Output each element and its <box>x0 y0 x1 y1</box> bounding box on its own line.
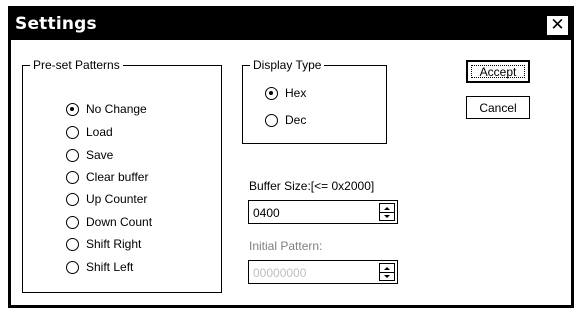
radio-label: Clear buffer <box>86 170 149 184</box>
radio-button-icon[interactable] <box>66 192 79 206</box>
radio-button-icon[interactable] <box>66 125 79 139</box>
radio-down-count[interactable]: Down Count <box>66 215 152 229</box>
preset-patterns-group: Pre-set Patterns No Change Load Save Cle… <box>22 58 222 293</box>
preset-patterns-label: Pre-set Patterns <box>30 58 123 72</box>
radio-label: Up Counter <box>86 192 148 206</box>
radio-save[interactable]: Save <box>66 148 113 162</box>
title-bar[interactable]: Settings ✕ <box>11 9 571 40</box>
close-icon: ✕ <box>550 15 565 35</box>
radio-label: Shift Left <box>86 260 134 274</box>
radio-label: Shift Right <box>86 237 142 251</box>
radio-label: No Change <box>86 102 147 116</box>
arrow-up-icon <box>384 266 390 270</box>
radio-label: Dec <box>285 113 307 127</box>
spin-down-button[interactable] <box>380 272 394 280</box>
radio-clear-buffer[interactable]: Clear buffer <box>66 170 148 184</box>
initial-pattern-spinbox[interactable]: 00000000 <box>248 260 398 284</box>
radio-button-icon[interactable] <box>66 102 79 116</box>
arrow-down-icon <box>384 274 390 278</box>
radio-button-icon[interactable] <box>66 215 79 229</box>
radio-button-icon[interactable] <box>66 148 79 162</box>
radio-no-change[interactable]: No Change <box>66 102 147 116</box>
radio-shift-left[interactable]: Shift Left <box>66 260 133 274</box>
buffer-size-spin-buttons[interactable] <box>379 203 395 221</box>
radio-label: Hex <box>285 86 307 100</box>
initial-pattern-value: 00000000 <box>253 266 307 280</box>
buffer-size-label: Buffer Size:[<= 0x2000] <box>249 179 375 193</box>
close-button[interactable]: ✕ <box>547 16 568 35</box>
initial-pattern-label: Initial Pattern: <box>249 239 323 253</box>
radio-up-counter[interactable]: Up Counter <box>66 192 147 206</box>
buffer-size-value[interactable]: 0400 <box>253 206 280 220</box>
radio-button-icon[interactable] <box>66 237 79 251</box>
radio-hex[interactable]: Hex <box>265 86 306 100</box>
spin-down-button[interactable] <box>380 212 394 220</box>
cancel-button[interactable]: Cancel <box>466 96 530 119</box>
radio-button-icon[interactable] <box>265 86 278 100</box>
radio-shift-right[interactable]: Shift Right <box>66 237 141 251</box>
buffer-size-spinbox[interactable]: 0400 <box>248 200 398 224</box>
radio-load[interactable]: Load <box>66 125 113 139</box>
radio-button-icon[interactable] <box>66 260 79 274</box>
dialog-title: Settings <box>15 14 97 34</box>
arrow-up-icon <box>384 206 390 210</box>
radio-button-icon[interactable] <box>66 170 79 184</box>
display-type-group: Display Type Hex Dec <box>242 58 387 144</box>
radio-label: Load <box>86 125 113 139</box>
radio-label: Down Count <box>86 215 153 229</box>
initial-pattern-spin-buttons[interactable] <box>379 263 395 281</box>
settings-dialog: Settings ✕ Pre-set Patterns No Change Lo… <box>8 6 574 308</box>
radio-label: Save <box>86 148 114 162</box>
cancel-button-label: Cancel <box>479 100 517 115</box>
focus-rectangle <box>471 65 525 78</box>
arrow-down-icon <box>384 214 390 218</box>
accept-button[interactable]: Accept <box>466 60 530 83</box>
radio-button-icon[interactable] <box>265 113 278 127</box>
display-type-label: Display Type <box>250 58 325 72</box>
radio-dec[interactable]: Dec <box>265 113 306 127</box>
